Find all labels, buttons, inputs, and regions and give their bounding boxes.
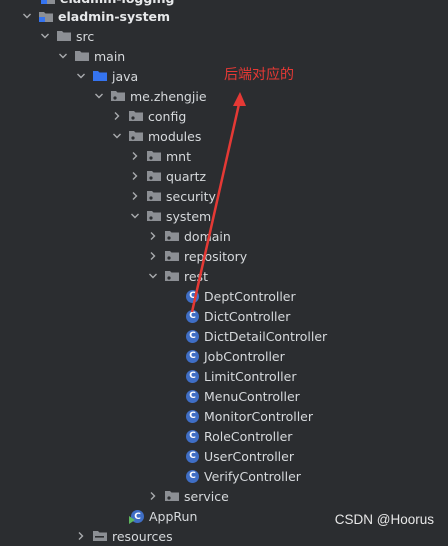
tree-label: eladmin-logging xyxy=(60,0,174,6)
package-icon xyxy=(164,488,180,504)
tree-row-src[interactable]: src xyxy=(0,26,448,46)
tree-row-modules[interactable]: modules xyxy=(0,126,448,146)
tree-row-controller[interactable]: C LimitController xyxy=(0,366,448,386)
folder-icon xyxy=(74,48,90,64)
tree-row-eladmin-system[interactable]: eladmin-system xyxy=(0,6,448,26)
tree-label: main xyxy=(94,48,126,64)
tree-label: DeptController xyxy=(204,288,296,304)
tree-label: modules xyxy=(148,128,202,144)
tree-row-domain[interactable]: domain xyxy=(0,226,448,246)
class-icon: C xyxy=(186,309,199,323)
package-icon xyxy=(128,108,144,124)
folder-icon xyxy=(56,28,72,44)
class-icon: C xyxy=(186,469,199,483)
tree-row-security[interactable]: security xyxy=(0,186,448,206)
module-folder-icon xyxy=(38,8,54,24)
chevron-down-icon[interactable] xyxy=(112,131,122,141)
chevron-right-icon[interactable] xyxy=(76,531,86,541)
chevron-right-icon[interactable] xyxy=(148,231,158,241)
chevron-down-icon[interactable] xyxy=(94,91,104,101)
tree-label: quartz xyxy=(166,168,207,184)
chevron-down-icon[interactable] xyxy=(130,211,140,221)
class-icon: C xyxy=(186,349,199,363)
tree-row-mnt[interactable]: mnt xyxy=(0,146,448,166)
tree-row-controller[interactable]: C DictDetailController xyxy=(0,326,448,346)
chevron-down-icon[interactable] xyxy=(76,71,86,81)
tree-label: java xyxy=(112,68,139,84)
chevron-down-icon[interactable] xyxy=(40,31,50,41)
tree-label: resources xyxy=(112,528,173,544)
tree-label: UserController xyxy=(204,448,294,464)
package-icon xyxy=(164,228,180,244)
tree-label: domain xyxy=(184,228,231,244)
tree-label: VerifyController xyxy=(204,468,301,484)
tree-label: DictController xyxy=(204,308,291,324)
chevron-right-icon[interactable] xyxy=(130,151,140,161)
tree-row-config[interactable]: config xyxy=(0,106,448,126)
tree-row-controller[interactable]: C VerifyController xyxy=(0,466,448,486)
tree-label: config xyxy=(148,108,187,124)
tree-label: AppRun xyxy=(149,508,198,524)
tree-row-controller[interactable]: C JobController xyxy=(0,346,448,366)
chevron-right-icon[interactable] xyxy=(130,191,140,201)
chevron-right-icon[interactable] xyxy=(148,251,158,261)
tree-label: MonitorController xyxy=(204,408,314,424)
tree-row-controller[interactable]: C MenuController xyxy=(0,386,448,406)
class-icon: C xyxy=(186,429,199,443)
class-icon: C xyxy=(186,389,199,403)
package-icon xyxy=(146,188,162,204)
tree-label: repository xyxy=(184,248,248,264)
tree-row-repository[interactable]: repository xyxy=(0,246,448,266)
chevron-right-icon[interactable] xyxy=(130,171,140,181)
tree-row-controller[interactable]: C UserController xyxy=(0,446,448,466)
chevron-right-icon[interactable] xyxy=(148,491,158,501)
tree-label: LimitController xyxy=(204,368,297,384)
source-folder-icon xyxy=(92,68,108,84)
tree-row-controller[interactable]: C DictController xyxy=(0,306,448,326)
tree-label: DictDetailController xyxy=(204,328,328,344)
tree-row-me-zhengjie[interactable]: me.zhengjie xyxy=(0,86,448,106)
watermark: CSDN @Hoorus xyxy=(334,512,434,527)
class-icon: C xyxy=(186,409,199,423)
class-icon: C xyxy=(186,369,199,383)
tree-row-rest[interactable]: rest xyxy=(0,266,448,286)
tree-label: me.zhengjie xyxy=(130,88,207,104)
chevron-down-icon[interactable] xyxy=(22,11,32,21)
run-class-icon: C xyxy=(129,508,146,524)
tree-row-main[interactable]: main xyxy=(0,46,448,66)
annotation-text: 后端对应的 xyxy=(224,67,294,83)
tree-row-resources[interactable]: resources xyxy=(0,526,448,546)
class-icon: C xyxy=(186,449,199,463)
package-icon xyxy=(164,248,180,264)
tree-label: service xyxy=(184,488,229,504)
class-icon: C xyxy=(186,289,199,303)
resources-folder-icon xyxy=(92,528,108,544)
chevron-down-icon[interactable] xyxy=(58,51,68,61)
tree-label: rest xyxy=(184,268,208,284)
tree-row-controller[interactable]: C DeptController xyxy=(0,286,448,306)
package-icon xyxy=(128,128,144,144)
package-icon xyxy=(146,148,162,164)
package-icon xyxy=(146,168,162,184)
tree-row-quartz[interactable]: quartz xyxy=(0,166,448,186)
tree-label: security xyxy=(166,188,216,204)
class-icon: C xyxy=(186,329,199,343)
tree-row-controller[interactable]: C MonitorController xyxy=(0,406,448,426)
chevron-down-icon[interactable] xyxy=(148,271,158,281)
chevron-right-icon[interactable] xyxy=(112,111,122,121)
tree-label: src xyxy=(76,28,95,44)
tree-row-controller[interactable]: C RoleController xyxy=(0,426,448,446)
tree-label: system xyxy=(166,208,212,224)
tree-label: eladmin-system xyxy=(58,8,171,24)
tree-label: RoleController xyxy=(204,428,293,444)
tree-row-service[interactable]: service xyxy=(0,486,448,506)
package-icon xyxy=(110,88,126,104)
package-icon xyxy=(146,208,162,224)
package-icon xyxy=(164,268,180,284)
tree-label: mnt xyxy=(166,148,191,164)
tree-row-system[interactable]: system xyxy=(0,206,448,226)
tree-label: JobController xyxy=(204,348,285,364)
tree-label: MenuController xyxy=(204,388,300,404)
